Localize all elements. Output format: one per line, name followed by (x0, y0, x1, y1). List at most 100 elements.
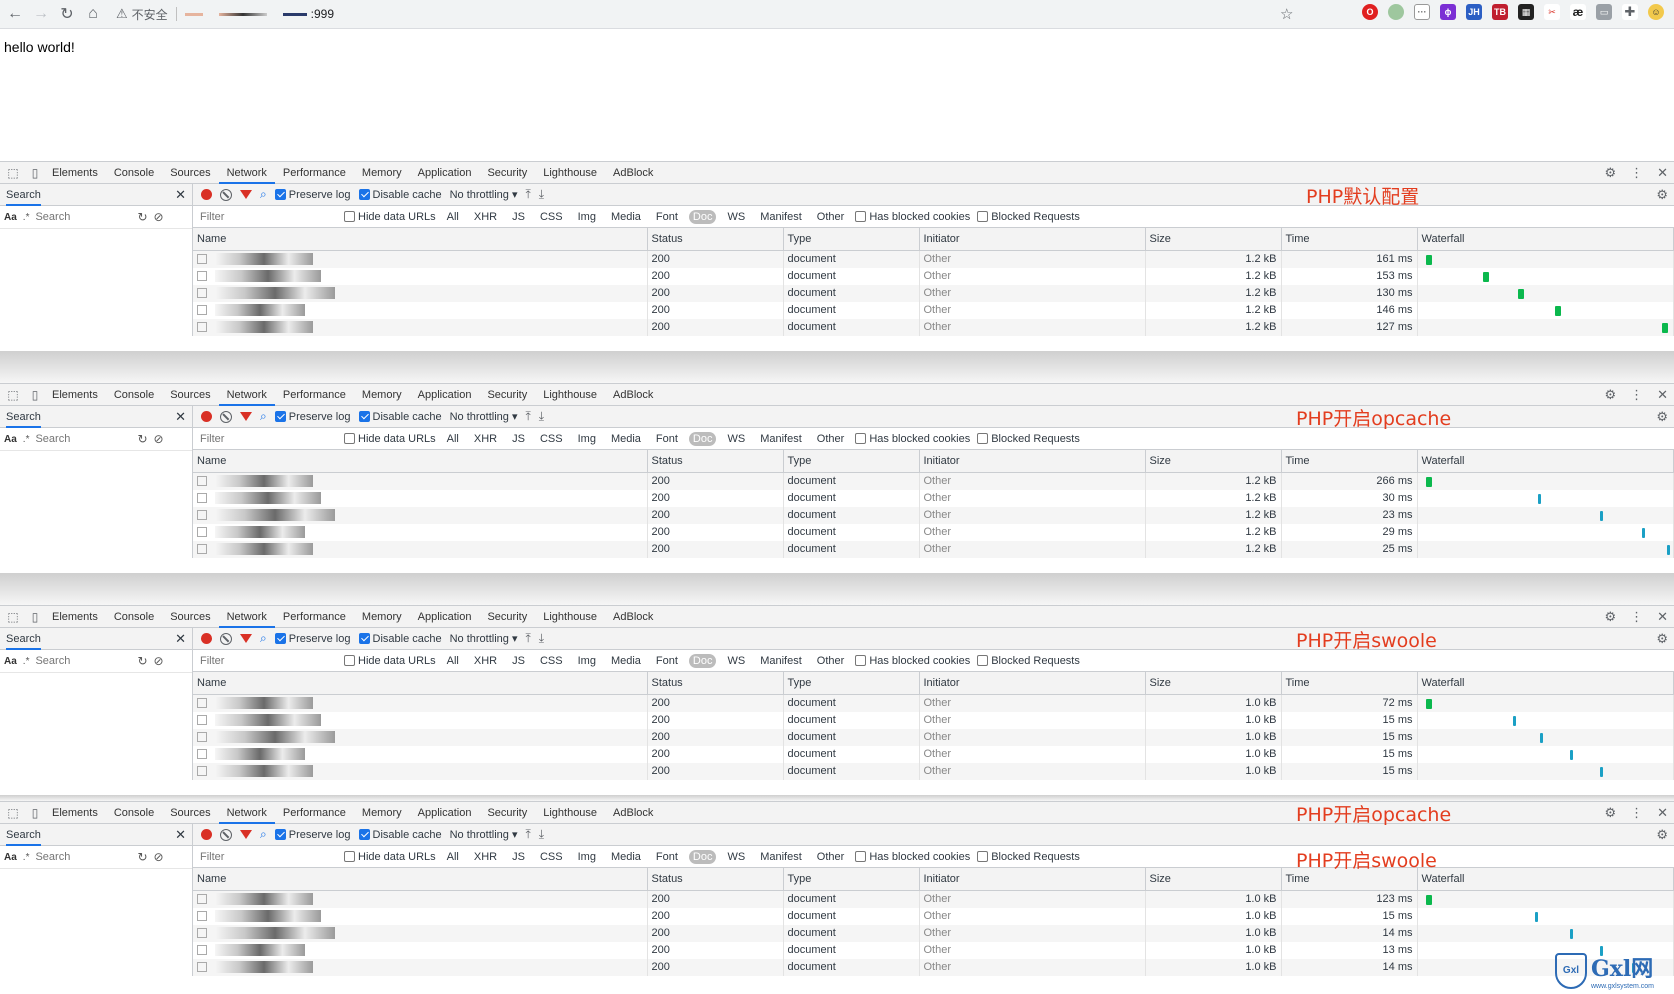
search-input[interactable] (35, 652, 132, 670)
table-row[interactable]: 200 document Other 1.2 kB 23 ms (193, 506, 1674, 524)
tab-application[interactable]: Application (410, 162, 480, 184)
extension-icon[interactable]: ɸ (1440, 4, 1456, 20)
filter-icon[interactable] (240, 412, 252, 421)
forward-icon[interactable]: → (30, 3, 52, 25)
filter-type-all[interactable]: All (443, 654, 463, 668)
filter-type-other[interactable]: Other (813, 654, 849, 668)
tab-elements[interactable]: Elements (44, 162, 106, 184)
export-har-icon[interactable]: ⤓ (539, 409, 544, 424)
tab-application[interactable]: Application (410, 802, 480, 824)
column-header-size[interactable]: Size (1145, 868, 1282, 891)
search-icon[interactable]: ⌕ (260, 631, 267, 646)
table-row[interactable]: 200 document Other 1.2 kB 30 ms (193, 489, 1674, 507)
extension-icon[interactable]: æ (1570, 4, 1586, 20)
settings-icon[interactable]: ⚙ (1604, 165, 1616, 181)
table-row[interactable]: 200 document Other 1.2 kB 266 ms (193, 472, 1674, 490)
filter-type-doc[interactable]: Doc (688, 653, 717, 668)
throttling-select[interactable]: No throttling ▾ (450, 828, 518, 841)
tab-console[interactable]: Console (106, 162, 162, 184)
regex-toggle[interactable]: .* (23, 852, 30, 863)
tab-elements[interactable]: Elements (44, 606, 106, 628)
extension-icon[interactable]: ▦ (1518, 4, 1534, 20)
tab-lighthouse[interactable]: Lighthouse (535, 802, 605, 824)
tab-network[interactable]: Network (218, 606, 275, 628)
search-tab[interactable]: Search (6, 628, 41, 650)
regex-toggle[interactable]: .* (23, 434, 30, 445)
device-toggle-icon[interactable]: ▯ (26, 805, 44, 821)
network-settings-icon[interactable]: ⚙ (1656, 631, 1668, 647)
blocked-requests-checkbox[interactable]: Blocked Requests (977, 851, 1080, 863)
throttling-select[interactable]: No throttling ▾ (450, 410, 518, 423)
table-row[interactable]: 200 document Other 1.0 kB 15 ms (193, 907, 1674, 925)
tab-security[interactable]: Security (479, 606, 535, 628)
extension-icon[interactable]: ··· (1414, 4, 1430, 20)
column-header-type[interactable]: Type (783, 228, 920, 251)
tab-memory[interactable]: Memory (354, 606, 410, 628)
preserve-log-checkbox[interactable]: Preserve log (274, 829, 351, 841)
export-har-icon[interactable]: ⤓ (539, 631, 544, 646)
filter-input[interactable] (197, 848, 337, 865)
filter-type-css[interactable]: CSS (536, 432, 567, 446)
bookmark-star-icon[interactable]: ☆ (1280, 5, 1293, 23)
settings-icon[interactable]: ⚙ (1604, 387, 1616, 403)
close-icon[interactable]: ✕ (1657, 165, 1668, 181)
table-row[interactable]: 200 document Other 1.2 kB 127 ms (193, 318, 1674, 336)
tab-sources[interactable]: Sources (162, 606, 218, 628)
filter-type-ws[interactable]: WS (723, 432, 749, 446)
column-header-status[interactable]: Status (647, 672, 784, 695)
column-header-waterfall[interactable]: Waterfall (1417, 868, 1674, 891)
filter-type-font[interactable]: Font (652, 850, 682, 864)
filter-type-doc[interactable]: Doc (688, 209, 717, 224)
tab-sources[interactable]: Sources (162, 802, 218, 824)
more-icon[interactable]: ⋮ (1630, 805, 1643, 821)
filter-type-js[interactable]: JS (508, 850, 529, 864)
close-icon[interactable]: ✕ (175, 187, 186, 203)
filter-type-manifest[interactable]: Manifest (756, 850, 806, 864)
filter-icon[interactable] (240, 634, 252, 643)
blocked-cookies-checkbox[interactable]: Has blocked cookies (855, 655, 970, 667)
filter-type-media[interactable]: Media (607, 210, 645, 224)
search-icon[interactable]: ⌕ (260, 827, 267, 842)
disable-cache-checkbox[interactable]: Disable cache (358, 411, 442, 423)
table-row[interactable]: 200 document Other 1.2 kB 161 ms (193, 250, 1674, 268)
inspect-icon[interactable]: ⬚ (4, 609, 22, 625)
hide-data-urls-checkbox[interactable]: Hide data URLs (344, 851, 436, 863)
close-icon[interactable]: ✕ (175, 631, 186, 647)
table-row[interactable]: 200 document Other 1.0 kB 13 ms (193, 941, 1674, 959)
clear-icon[interactable]: ⊘ (154, 432, 164, 446)
blocked-requests-checkbox[interactable]: Blocked Requests (977, 433, 1080, 445)
column-header-time[interactable]: Time (1281, 672, 1418, 695)
column-header-type[interactable]: Type (783, 868, 920, 891)
search-tab[interactable]: Search (6, 406, 41, 428)
filter-type-img[interactable]: Img (574, 654, 600, 668)
filter-type-css[interactable]: CSS (536, 654, 567, 668)
throttling-select[interactable]: No throttling ▾ (450, 188, 518, 201)
tab-network[interactable]: Network (218, 802, 275, 824)
filter-type-other[interactable]: Other (813, 432, 849, 446)
filter-type-media[interactable]: Media (607, 654, 645, 668)
column-header-waterfall[interactable]: Waterfall (1417, 672, 1674, 695)
more-icon[interactable]: ⋮ (1630, 165, 1643, 181)
blocked-cookies-checkbox[interactable]: Has blocked cookies (855, 433, 970, 445)
tab-security[interactable]: Security (479, 384, 535, 406)
clear-icon[interactable]: ⊘ (154, 850, 164, 864)
search-icon[interactable]: ⌕ (260, 187, 267, 202)
reload-icon[interactable]: ↻ (56, 3, 78, 25)
filter-type-ws[interactable]: WS (723, 654, 749, 668)
avatar[interactable]: ☺ (1648, 4, 1664, 20)
inspect-icon[interactable]: ⬚ (4, 165, 22, 181)
filter-type-other[interactable]: Other (813, 210, 849, 224)
network-settings-icon[interactable]: ⚙ (1656, 827, 1668, 843)
settings-icon[interactable]: ⚙ (1604, 609, 1616, 625)
clear-button[interactable] (220, 632, 232, 645)
table-row[interactable]: 200 document Other 1.0 kB 15 ms (193, 711, 1674, 729)
table-row[interactable]: 200 document Other 1.0 kB 14 ms (193, 924, 1674, 942)
extension-icon[interactable]: ✂ (1544, 4, 1560, 20)
search-icon[interactable]: ⌕ (260, 409, 267, 424)
blocked-cookies-checkbox[interactable]: Has blocked cookies (855, 851, 970, 863)
close-icon[interactable]: ✕ (1657, 609, 1668, 625)
tab-application[interactable]: Application (410, 384, 480, 406)
close-icon[interactable]: ✕ (175, 827, 186, 843)
extension-icon[interactable] (1388, 4, 1404, 20)
table-row[interactable]: 200 document Other 1.0 kB 15 ms (193, 728, 1674, 746)
